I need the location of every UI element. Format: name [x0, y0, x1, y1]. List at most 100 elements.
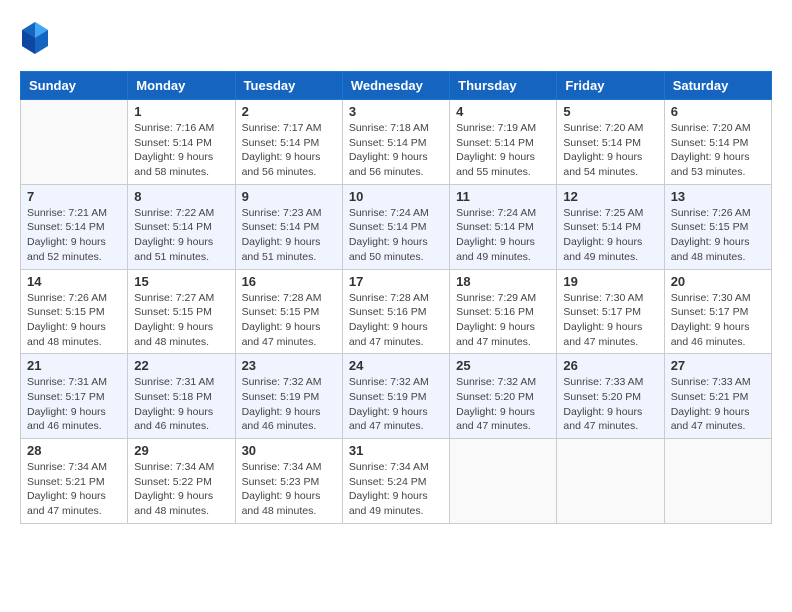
day-header-thursday: Thursday — [450, 72, 557, 100]
day-info: Sunrise: 7:28 AMSunset: 5:16 PMDaylight:… — [349, 291, 443, 350]
page-header — [20, 20, 772, 61]
day-number: 12 — [563, 189, 657, 204]
calendar-cell: 28 Sunrise: 7:34 AMSunset: 5:21 PMDayligh… — [21, 439, 128, 524]
calendar-cell: 27Sunrise: 7:33 AMSunset: 5:21 PMDayligh… — [664, 354, 771, 439]
day-number: 19 — [563, 274, 657, 289]
calendar-week-row: 21 Sunrise: 7:31 AMSunset: 5:17 PMDayligh… — [21, 354, 772, 439]
day-info: Sunrise: 7:32 AMSunset: 5:19 PMDaylight:… — [349, 375, 443, 434]
calendar-cell — [664, 439, 771, 524]
day-info: Sunrise: 7:24 AMSunset: 5:14 PMDaylight:… — [349, 206, 443, 265]
day-number: 21 — [27, 358, 121, 373]
day-number: 8 — [134, 189, 228, 204]
day-number: 7 — [27, 189, 121, 204]
day-info: Sunrise: 7:17 AMSunset: 5:14 PMDaylight:… — [242, 121, 336, 180]
day-number: 2 — [242, 104, 336, 119]
day-info: Sunrise: 7:31 AMSunset: 5:18 PMDaylight:… — [134, 375, 228, 434]
day-number: 13 — [671, 189, 765, 204]
day-number: 30 — [242, 443, 336, 458]
calendar-cell: 2 Sunrise: 7:17 AMSunset: 5:14 PMDaylight… — [235, 100, 342, 185]
day-info: Sunrise: 7:27 AMSunset: 5:15 PMDaylight:… — [134, 291, 228, 350]
day-number: 26 — [563, 358, 657, 373]
day-info: Sunrise: 7:31 AMSunset: 5:17 PMDaylight:… — [27, 375, 121, 434]
calendar-table: SundayMondayTuesdayWednesdayThursdayFrid… — [20, 71, 772, 524]
calendar-cell: 3 Sunrise: 7:18 AMSunset: 5:14 PMDaylight… — [342, 100, 449, 185]
calendar-cell: 6Sunrise: 7:20 AMSunset: 5:14 PMDaylight… — [664, 100, 771, 185]
day-info: Sunrise: 7:32 AMSunset: 5:20 PMDaylight:… — [456, 375, 550, 434]
day-header-tuesday: Tuesday — [235, 72, 342, 100]
calendar-cell: 8 Sunrise: 7:22 AMSunset: 5:14 PMDaylight… — [128, 184, 235, 269]
day-number: 23 — [242, 358, 336, 373]
calendar-cell — [450, 439, 557, 524]
day-info: Sunrise: 7:26 AMSunset: 5:15 PMDaylight:… — [27, 291, 121, 350]
calendar-cell: 19 Sunrise: 7:30 AMSunset: 5:17 PMDayligh… — [557, 269, 664, 354]
calendar-cell: 29 Sunrise: 7:34 AMSunset: 5:22 PMDayligh… — [128, 439, 235, 524]
day-info: Sunrise: 7:21 AMSunset: 5:14 PMDaylight:… — [27, 206, 121, 265]
day-header-saturday: Saturday — [664, 72, 771, 100]
day-number: 17 — [349, 274, 443, 289]
day-number: 18 — [456, 274, 550, 289]
day-info: Sunrise: 7:34 AMSunset: 5:21 PMDaylight:… — [27, 460, 121, 519]
calendar-week-row: 7 Sunrise: 7:21 AMSunset: 5:14 PMDaylight… — [21, 184, 772, 269]
day-number: 20 — [671, 274, 765, 289]
day-info: Sunrise: 7:25 AMSunset: 5:14 PMDaylight:… — [563, 206, 657, 265]
calendar-week-row: 1 Sunrise: 7:16 AMSunset: 5:14 PMDaylight… — [21, 100, 772, 185]
calendar-cell: 15 Sunrise: 7:27 AMSunset: 5:15 PMDayligh… — [128, 269, 235, 354]
day-info: Sunrise: 7:34 AMSunset: 5:22 PMDaylight:… — [134, 460, 228, 519]
day-number: 24 — [349, 358, 443, 373]
day-number: 27 — [671, 358, 765, 373]
day-number: 31 — [349, 443, 443, 458]
day-info: Sunrise: 7:34 AMSunset: 5:23 PMDaylight:… — [242, 460, 336, 519]
calendar-cell: 25 Sunrise: 7:32 AMSunset: 5:20 PMDayligh… — [450, 354, 557, 439]
calendar-cell: 11Sunrise: 7:24 AMSunset: 5:14 PMDayligh… — [450, 184, 557, 269]
day-info: Sunrise: 7:22 AMSunset: 5:14 PMDaylight:… — [134, 206, 228, 265]
day-header-monday: Monday — [128, 72, 235, 100]
calendar-cell — [21, 100, 128, 185]
day-info: Sunrise: 7:34 AMSunset: 5:24 PMDaylight:… — [349, 460, 443, 519]
day-number: 3 — [349, 104, 443, 119]
calendar-cell — [557, 439, 664, 524]
day-info: Sunrise: 7:30 AMSunset: 5:17 PMDaylight:… — [563, 291, 657, 350]
day-number: 29 — [134, 443, 228, 458]
calendar-week-row: 28 Sunrise: 7:34 AMSunset: 5:21 PMDayligh… — [21, 439, 772, 524]
calendar-cell: 7 Sunrise: 7:21 AMSunset: 5:14 PMDaylight… — [21, 184, 128, 269]
day-info: Sunrise: 7:29 AMSunset: 5:16 PMDaylight:… — [456, 291, 550, 350]
day-info: Sunrise: 7:33 AMSunset: 5:20 PMDaylight:… — [563, 375, 657, 434]
day-info: Sunrise: 7:32 AMSunset: 5:19 PMDaylight:… — [242, 375, 336, 434]
calendar-cell: 16 Sunrise: 7:28 AMSunset: 5:15 PMDayligh… — [235, 269, 342, 354]
day-number: 9 — [242, 189, 336, 204]
calendar-cell: 26 Sunrise: 7:33 AMSunset: 5:20 PMDayligh… — [557, 354, 664, 439]
day-number: 4 — [456, 104, 550, 119]
day-number: 16 — [242, 274, 336, 289]
day-info: Sunrise: 7:30 AMSunset: 5:17 PMDaylight:… — [671, 291, 765, 350]
day-header-wednesday: Wednesday — [342, 72, 449, 100]
day-number: 25 — [456, 358, 550, 373]
day-number: 5 — [563, 104, 657, 119]
calendar-header-row: SundayMondayTuesdayWednesdayThursdayFrid… — [21, 72, 772, 100]
day-number: 14 — [27, 274, 121, 289]
calendar-cell: 30 Sunrise: 7:34 AMSunset: 5:23 PMDayligh… — [235, 439, 342, 524]
calendar-cell: 18 Sunrise: 7:29 AMSunset: 5:16 PMDayligh… — [450, 269, 557, 354]
day-header-friday: Friday — [557, 72, 664, 100]
day-number: 28 — [27, 443, 121, 458]
calendar-cell: 17 Sunrise: 7:28 AMSunset: 5:16 PMDayligh… — [342, 269, 449, 354]
calendar-cell: 10Sunrise: 7:24 AMSunset: 5:14 PMDayligh… — [342, 184, 449, 269]
calendar-cell: 21 Sunrise: 7:31 AMSunset: 5:17 PMDayligh… — [21, 354, 128, 439]
day-info: Sunrise: 7:28 AMSunset: 5:15 PMDaylight:… — [242, 291, 336, 350]
day-info: Sunrise: 7:20 AMSunset: 5:14 PMDaylight:… — [671, 121, 765, 180]
calendar-cell: 31 Sunrise: 7:34 AMSunset: 5:24 PMDayligh… — [342, 439, 449, 524]
day-info: Sunrise: 7:16 AMSunset: 5:14 PMDaylight:… — [134, 121, 228, 180]
calendar-cell: 5Sunrise: 7:20 AMSunset: 5:14 PMDaylight… — [557, 100, 664, 185]
day-info: Sunrise: 7:18 AMSunset: 5:14 PMDaylight:… — [349, 121, 443, 180]
day-info: Sunrise: 7:23 AMSunset: 5:14 PMDaylight:… — [242, 206, 336, 265]
day-info: Sunrise: 7:24 AMSunset: 5:14 PMDaylight:… — [456, 206, 550, 265]
calendar-cell: 12 Sunrise: 7:25 AMSunset: 5:14 PMDayligh… — [557, 184, 664, 269]
calendar-cell: 24 Sunrise: 7:32 AMSunset: 5:19 PMDayligh… — [342, 354, 449, 439]
day-number: 1 — [134, 104, 228, 119]
calendar-cell: 9 Sunrise: 7:23 AMSunset: 5:14 PMDaylight… — [235, 184, 342, 269]
calendar-cell: 20 Sunrise: 7:30 AMSunset: 5:17 PMDayligh… — [664, 269, 771, 354]
day-number: 15 — [134, 274, 228, 289]
calendar-week-row: 14 Sunrise: 7:26 AMSunset: 5:15 PMDayligh… — [21, 269, 772, 354]
calendar-cell: 22Sunrise: 7:31 AMSunset: 5:18 PMDayligh… — [128, 354, 235, 439]
day-info: Sunrise: 7:19 AMSunset: 5:14 PMDaylight:… — [456, 121, 550, 180]
calendar-cell: 14 Sunrise: 7:26 AMSunset: 5:15 PMDayligh… — [21, 269, 128, 354]
